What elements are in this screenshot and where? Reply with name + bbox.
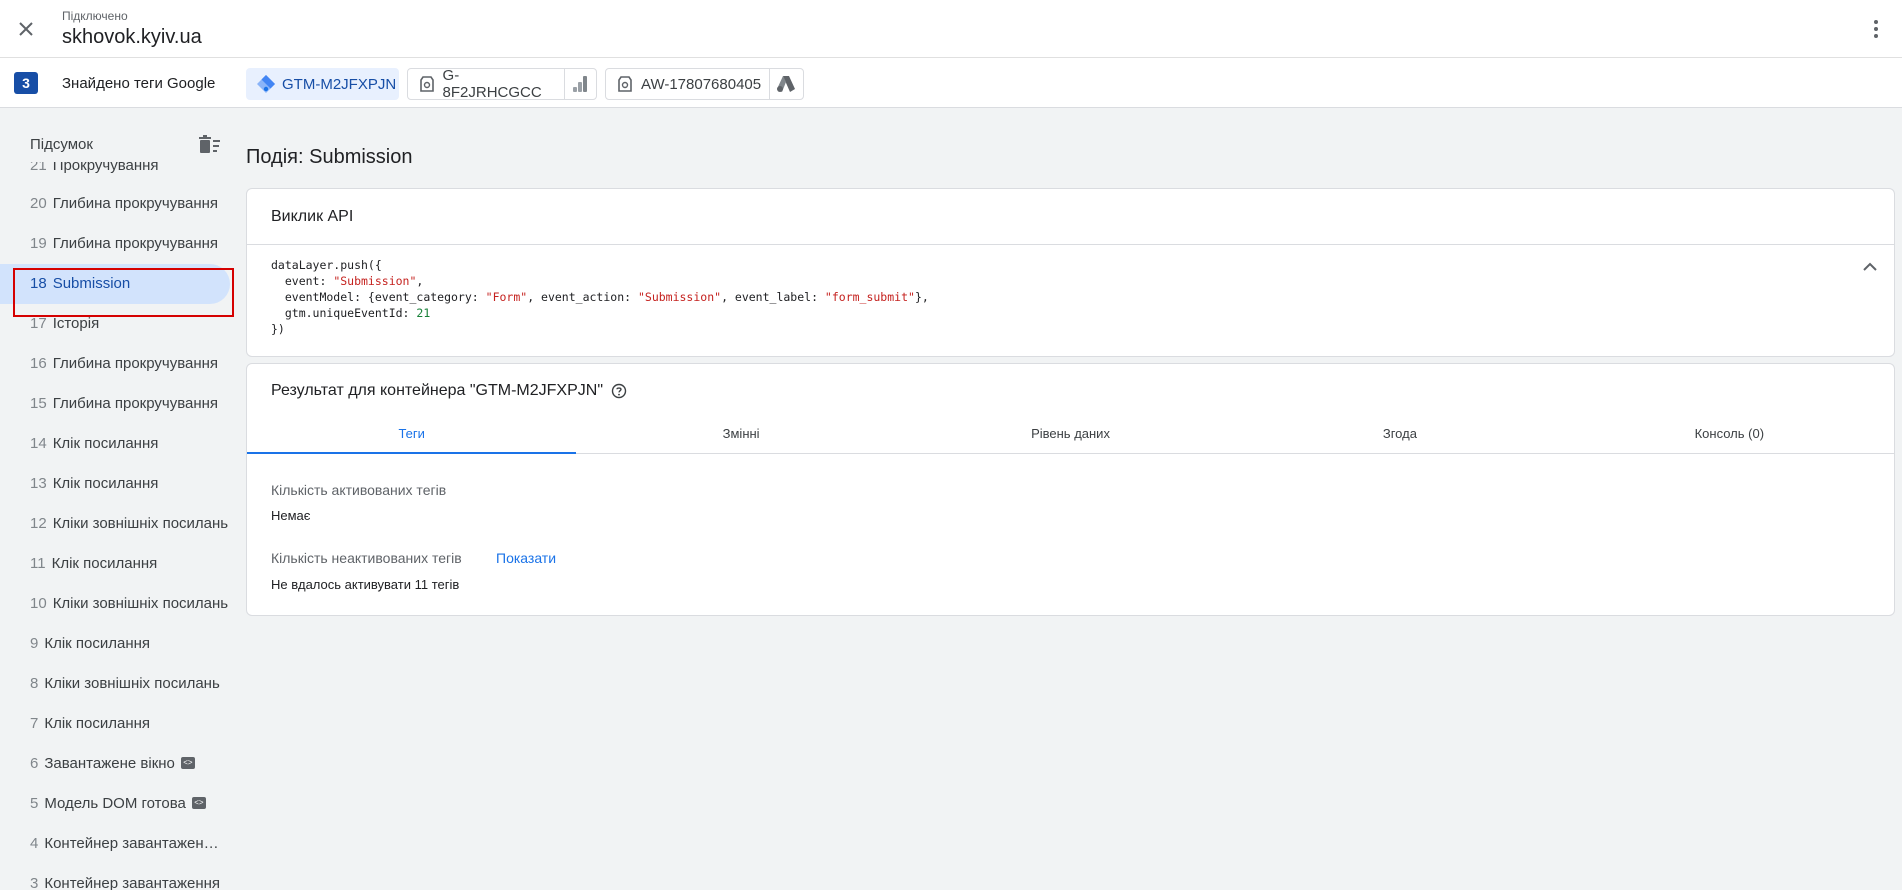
event-number: 20 — [30, 195, 47, 212]
event-number: 10 — [30, 595, 47, 612]
code-icon: <> — [180, 757, 195, 770]
event-label: Модель DOM готова — [44, 795, 186, 812]
close-icon[interactable] — [14, 17, 38, 41]
tab-tags[interactable]: Теги — [247, 418, 577, 454]
google-ads-icon — [770, 69, 802, 99]
event-item[interactable]: 13 Клік посилання — [0, 464, 230, 504]
not-fired-tags-value: Не вдалось активувати 11 тегів — [271, 577, 460, 592]
result-title: Результат для контейнера "GTM-M2JFXPJN" — [271, 382, 627, 400]
api-call-card: Виклик API dataLayer.push({ event: "Subm… — [246, 188, 1895, 357]
event-item[interactable]: 7 Клік посилання — [0, 704, 230, 744]
event-item[interactable]: 6 Завантажене вікно <> — [0, 744, 230, 784]
tab-variables[interactable]: Змінні — [576, 418, 905, 453]
event-label: Кліки зовнішніх посилань — [44, 675, 220, 692]
event-number: 11 — [30, 555, 46, 572]
event-label: Клік посилання — [44, 715, 151, 732]
event-item[interactable]: 10 Кліки зовнішніх посилань — [0, 584, 230, 624]
chip-ga4[interactable]: G-8F2JRHCGCC — [407, 67, 597, 101]
chip-google-ads[interactable]: AW-17807680405 — [605, 68, 804, 100]
site-name: skhovok.kyiv.ua — [62, 26, 202, 48]
tag-count-badge: 3 — [14, 72, 38, 94]
event-label: Клік посилання — [51, 555, 158, 572]
help-icon[interactable] — [611, 383, 627, 399]
connection-status: Підключено — [62, 9, 128, 23]
event-item[interactable]: 4 Контейнер завантажен… — [0, 824, 230, 864]
api-call-code: dataLayer.push({ event: "Submission", ev… — [271, 258, 929, 336]
event-label: Історія — [52, 315, 100, 332]
result-tabs: Теги Змінні Рівень даних Згода Консоль (… — [247, 418, 1894, 454]
event-label: Контейнер завантаження — [44, 875, 221, 890]
event-number: 13 — [30, 475, 47, 492]
event-number: 19 — [30, 235, 47, 252]
event-number: 8 — [30, 675, 39, 692]
event-label: Клік посилання — [52, 435, 159, 452]
chip-gtm[interactable]: GTM-M2JFXPJN — [246, 68, 399, 100]
event-label: Клік посилання — [44, 635, 151, 652]
event-item[interactable]: 3 Контейнер завантаження — [0, 864, 230, 890]
chip-label: G-8F2JRHCGCC — [442, 67, 542, 101]
summary-title[interactable]: Підсумок — [30, 136, 93, 153]
event-number: 14 — [30, 435, 47, 452]
event-item[interactable]: 5 Модель DOM готова <> — [0, 784, 230, 824]
result-title-text: Результат для контейнера "GTM-M2JFXPJN" — [271, 382, 603, 399]
event-number: 5 — [30, 795, 39, 812]
show-link[interactable]: Показати — [496, 550, 556, 566]
event-number: 7 — [30, 715, 39, 732]
event-label: Глибина прокручування — [52, 395, 219, 412]
event-number: 9 — [30, 635, 39, 652]
fired-tags-label: Кількість активованих тегів — [271, 482, 447, 498]
top-bar: Підключено skhovok.kyiv.ua — [0, 0, 1902, 58]
event-item[interactable]: 9 Клік посилання — [0, 624, 230, 664]
event-item[interactable]: 16 Глибина прокручування — [0, 344, 230, 384]
container-result-card: Результат для контейнера "GTM-M2JFXPJN" … — [246, 363, 1895, 616]
event-number: 21 — [30, 162, 47, 174]
fired-tags-value: Немає — [271, 508, 311, 523]
event-label: Кліки зовнішніх посилань — [52, 515, 229, 532]
selection-highlight-box — [13, 268, 234, 317]
event-label: Прокручування — [52, 162, 159, 174]
chevron-up-icon[interactable] — [1860, 257, 1880, 277]
not-fired-tags-label: Кількість неактивованих тегів — [271, 550, 462, 566]
event-label: Глибина прокручування — [52, 235, 219, 252]
event-label: Глибина прокручування — [52, 355, 219, 372]
sidebar: Підсумок 21 Прокручування 20 Глибина прокр… — [0, 108, 236, 890]
event-number: 15 — [30, 395, 47, 412]
tab-data-layer[interactable]: Рівень даних — [906, 418, 1235, 453]
event-item[interactable]: 20 Глибина прокручування — [0, 184, 230, 224]
event-item[interactable]: 11 Клік посилання — [0, 544, 230, 584]
event-label: Кліки зовнішніх посилань — [52, 595, 229, 612]
tag-icon — [615, 74, 635, 94]
event-number: 6 — [30, 755, 39, 772]
event-title: Подія: Submission — [246, 146, 413, 168]
event-item[interactable]: 14 Клік посилання — [0, 424, 230, 464]
event-number: 4 — [30, 835, 39, 852]
event-item[interactable]: 19 Глибина прокручування — [0, 224, 230, 264]
analytics-bars-icon — [565, 69, 596, 99]
event-number: 16 — [30, 355, 47, 372]
api-call-title: Виклик API — [247, 189, 1894, 245]
event-item[interactable]: 15 Глибина прокручування — [0, 384, 230, 424]
code-icon: <> — [191, 797, 206, 810]
event-number: 12 — [30, 515, 47, 532]
event-item[interactable]: 21 Прокручування — [0, 162, 230, 184]
found-tags-label: Знайдено теги Google — [62, 75, 216, 92]
event-item[interactable]: 8 Кліки зовнішніх посилань — [0, 664, 230, 704]
event-label: Завантажене вікно — [44, 755, 175, 772]
tag-icon — [417, 74, 437, 94]
gtm-diamond-icon — [256, 74, 276, 94]
clear-list-icon[interactable] — [198, 134, 222, 156]
event-label: Контейнер завантажен… — [44, 835, 219, 852]
more-vert-icon[interactable] — [1864, 17, 1888, 41]
event-label: Глибина прокручування — [52, 195, 219, 212]
event-label: Клік посилання — [52, 475, 159, 492]
tab-console[interactable]: Консоль (0) — [1565, 418, 1894, 453]
event-item[interactable]: 12 Кліки зовнішніх посилань — [0, 504, 230, 544]
tags-bar: 3 Знайдено теги Google GTM-M2JFXPJN G-8F… — [0, 58, 1902, 108]
event-number: 3 — [30, 875, 39, 890]
chip-label: AW-17807680405 — [641, 75, 762, 93]
chip-label: GTM-M2JFXPJN — [282, 75, 397, 93]
tab-consent[interactable]: Згода — [1235, 418, 1564, 453]
